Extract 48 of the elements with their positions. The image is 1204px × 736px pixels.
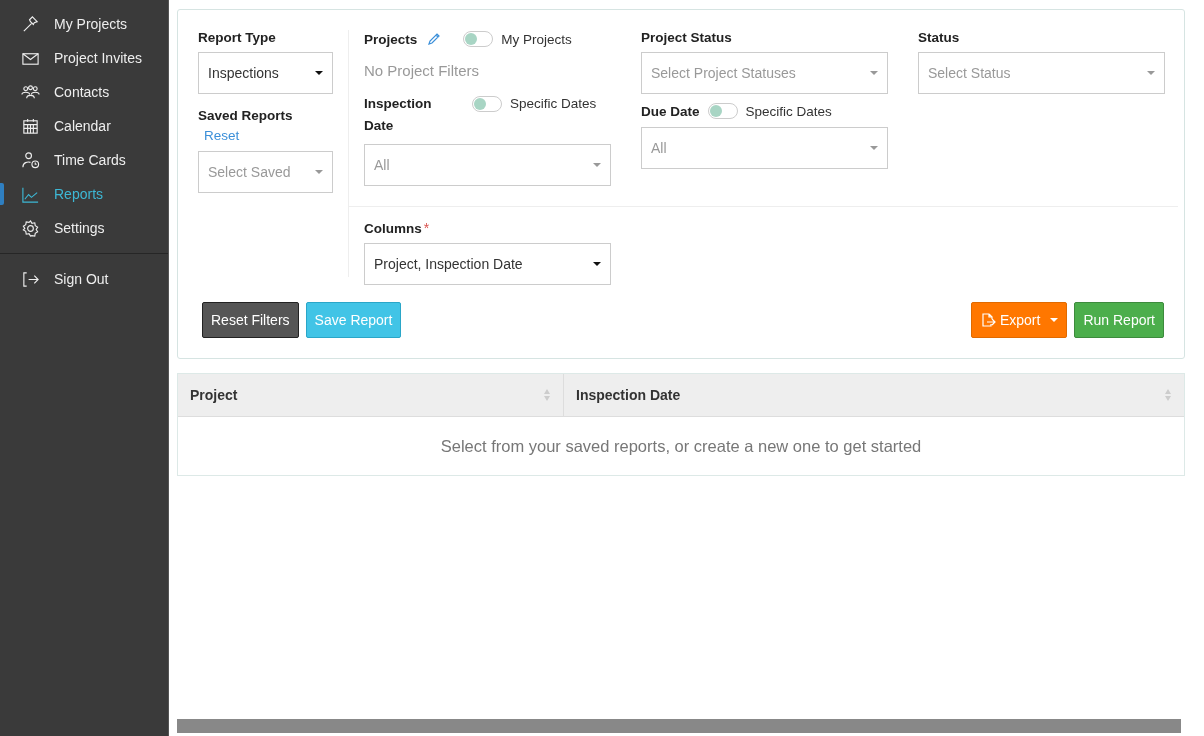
gear-icon [21, 218, 40, 238]
sort-icon [1164, 388, 1172, 402]
empty-table-message: Select from your saved reports, or create a new one to get started [439, 435, 923, 457]
toggle-switch[interactable] [472, 96, 502, 112]
file-export-icon [979, 312, 996, 328]
toggle-label: My Projects [501, 31, 572, 47]
sidebar-item[interactable]: Calendar [0, 109, 168, 143]
hammer-icon [21, 14, 40, 34]
caret-icon [870, 146, 878, 150]
caret-icon [315, 71, 323, 75]
horizontal-scrollbar[interactable] [177, 719, 1181, 733]
toggle-switch[interactable] [707, 103, 738, 119]
caret-icon [593, 163, 601, 167]
pencil-icon[interactable] [427, 32, 442, 46]
caret-icon [870, 71, 878, 75]
field-label: Project Status [641, 30, 733, 45]
person-clock-icon [21, 150, 40, 170]
reset-link[interactable]: Reset [204, 128, 333, 143]
toggle-switch[interactable] [463, 31, 494, 47]
sidebar-item[interactable]: Reports [0, 177, 168, 211]
sidebar-item[interactable]: Settings [0, 211, 168, 245]
column-header[interactable]: Project [178, 374, 564, 416]
sidebar-item[interactable]: Project Invites [0, 41, 168, 75]
sidebar-item[interactable]: Contacts [0, 75, 168, 109]
caret-icon [315, 170, 323, 174]
field-label: Status [918, 30, 961, 45]
sidebar-item[interactable]: Sign Out [0, 262, 168, 296]
caret-icon [593, 262, 601, 266]
column-header[interactable]: Inspection Date [564, 374, 1184, 416]
field-label: Inspection Date [364, 95, 433, 135]
field-label: Due Date [641, 103, 700, 119]
calendar-icon [21, 116, 40, 136]
field-label: Saved Reports [198, 108, 294, 123]
toggle-label: Specific Dates [510, 95, 597, 113]
required-mark: * [423, 220, 430, 236]
sign-out-icon [21, 269, 40, 289]
caret-icon [1147, 71, 1155, 75]
field-label: Report Type [198, 30, 277, 45]
report-type-dropdown[interactable]: Inspections [198, 52, 333, 94]
field-label: Projects [364, 31, 418, 47]
sidebar-item[interactable]: Time Cards [0, 143, 168, 177]
toggle-label: Specific Dates [745, 103, 832, 119]
sort-icon [543, 388, 551, 402]
reset-filters-button[interactable]: Reset Filters [202, 302, 299, 338]
project-filter-summary: No Project Filters [364, 62, 481, 79]
columns-dropdown[interactable]: Project, Inspection Date [364, 243, 611, 285]
field-label: Columns [364, 220, 422, 236]
sidebar-item[interactable]: My Projects [0, 7, 168, 41]
